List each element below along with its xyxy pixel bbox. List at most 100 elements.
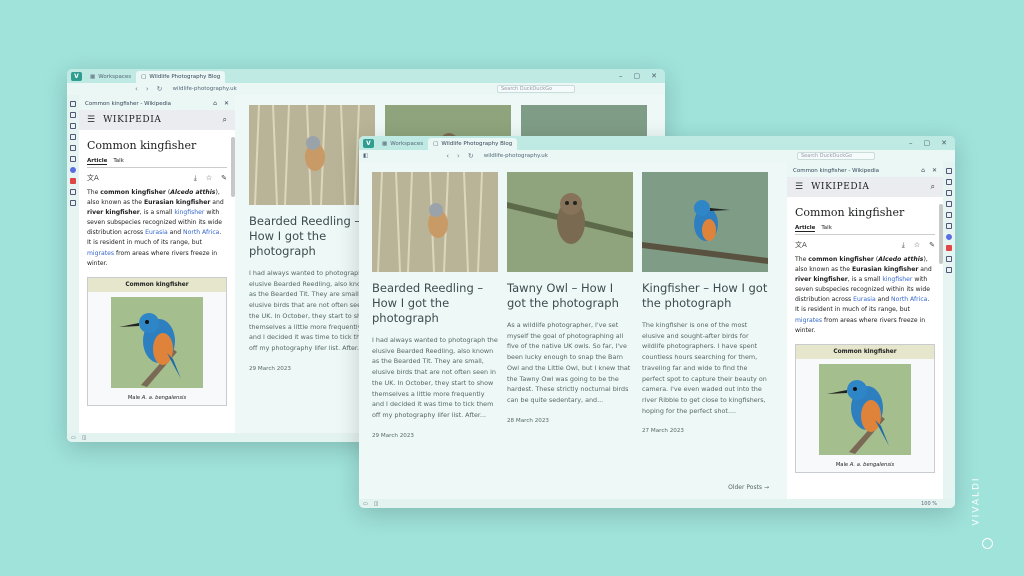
screen-icon[interactable]: ◫ — [374, 501, 379, 507]
bookmarks-icon[interactable] — [946, 168, 952, 174]
vivaldi-social-icon[interactable] — [70, 178, 76, 184]
back-icon[interactable]: ‹ — [135, 85, 138, 93]
mastodon-icon[interactable] — [70, 167, 76, 173]
post-card[interactable]: Bearded Reedling – How I got the photogr… — [249, 105, 375, 372]
add-panel-icon[interactable] — [70, 200, 76, 206]
search-icon[interactable]: ⌕ — [931, 182, 935, 192]
article-intro: The common kingfisher (Alcedo atthis), a… — [87, 189, 224, 267]
post-card[interactable]: Kingfisher – How I got the photograph Th… — [642, 172, 768, 434]
translate-icon[interactable] — [70, 156, 76, 162]
reading-list-icon[interactable] — [946, 212, 952, 218]
post-excerpt: The kingfisher is one of the most elusiv… — [642, 321, 767, 415]
owl-photo[interactable] — [507, 172, 633, 272]
post-card[interactable]: Tawny Owl – How I got the photograph As … — [507, 172, 633, 424]
add-panel-icon[interactable] — [946, 267, 952, 273]
star-icon[interactable]: ☆ — [206, 174, 212, 183]
front-browser-window: V ▦ Workspaces ▢ Wildlife Photography Blog… — [359, 136, 955, 508]
screen-icon[interactable]: ◫ — [82, 435, 87, 441]
panel-sidebar — [67, 95, 79, 442]
post-title[interactable]: Tawny Owl – How I got the photograph — [507, 281, 633, 311]
vivaldi-menu-button[interactable]: V — [71, 71, 82, 81]
vivaldi-social-icon[interactable] — [946, 245, 952, 251]
minimize-icon[interactable]: – — [619, 72, 623, 80]
post-title[interactable]: Kingfisher – How I got the photograph — [642, 281, 768, 311]
menu-icon[interactable]: ☰ — [87, 115, 95, 125]
text: and — [167, 229, 184, 237]
tab-article[interactable]: Article — [795, 225, 816, 232]
reading-list-icon[interactable] — [70, 145, 76, 151]
close-panel-icon[interactable]: ✕ — [932, 167, 937, 174]
minimize-icon[interactable]: – — [909, 139, 913, 147]
post-excerpt: I had always wanted to photograph the el… — [249, 269, 375, 352]
tab-wildlife-blog[interactable]: ▢ Wildlife Photography Blog — [136, 71, 226, 83]
post-title[interactable]: Bearded Reedling – How I got the photogr… — [249, 214, 375, 259]
reedling-photo[interactable] — [372, 172, 498, 272]
kingfisher-post-photo[interactable] — [642, 172, 768, 272]
nav-buttons: ‹ › ↻ — [446, 152, 474, 160]
edit-icon[interactable]: ✎ — [221, 174, 227, 183]
post-card[interactable]: Bearded Reedling – How I got the photogr… — [372, 172, 498, 439]
link-migrates[interactable]: migrates — [87, 250, 114, 257]
translate-icon[interactable] — [946, 223, 952, 229]
link-kingfisher[interactable]: kingfisher — [174, 209, 204, 216]
edit-icon[interactable]: ✎ — [929, 241, 935, 250]
home-icon[interactable]: ⌂ — [921, 167, 925, 174]
language-icon[interactable]: 文A — [795, 240, 807, 250]
vivaldi-menu-button[interactable]: V — [363, 138, 374, 148]
search-field[interactable]: Search DuckDuckGo — [497, 85, 575, 93]
article-tools: 文A ⤓ ☆ ✎ — [87, 173, 227, 183]
history-icon[interactable] — [70, 123, 76, 129]
forward-icon[interactable]: › — [457, 152, 460, 160]
bookmarks-icon[interactable] — [70, 101, 76, 107]
tab-wildlife-blog[interactable]: ▢ Wildlife Photography Blog — [428, 138, 518, 150]
tab-talk[interactable]: Talk — [821, 225, 832, 232]
star-icon[interactable]: ☆ — [914, 241, 920, 250]
panel-title: Common kingfisher - Wikipedia — [793, 167, 879, 174]
link-migrates[interactable]: migrates — [795, 317, 822, 324]
downloads-icon[interactable] — [946, 179, 952, 185]
menu-icon[interactable]: ☰ — [795, 182, 803, 192]
reload-icon[interactable]: ↻ — [157, 85, 163, 93]
tab-talk[interactable]: Talk — [113, 158, 124, 165]
mastodon-icon[interactable] — [946, 234, 952, 240]
workspaces-tab[interactable]: ▦ Workspaces — [85, 71, 136, 83]
link-kingfisher[interactable]: kingfisher — [882, 276, 912, 283]
notes-icon[interactable] — [70, 134, 76, 140]
url-field[interactable]: wildlife-photography.uk — [484, 153, 548, 159]
post-title[interactable]: Bearded Reedling – How I got the photogr… — [372, 281, 498, 326]
post-date: 29 March 2023 — [249, 365, 291, 372]
link-eurasia[interactable]: Eurasia — [853, 296, 876, 303]
close-panel-icon[interactable]: ✕ — [224, 100, 229, 107]
forward-icon[interactable]: › — [146, 85, 149, 93]
back-icon[interactable]: ‹ — [446, 152, 449, 160]
search-icon[interactable]: ⌕ — [223, 115, 227, 125]
reedling-photo[interactable] — [249, 105, 375, 205]
workspaces-tab[interactable]: ▦ Workspaces — [377, 138, 428, 150]
article-title: Common kingfisher — [795, 206, 905, 219]
panel-toggle-icon[interactable]: ▭ — [363, 501, 368, 507]
maximize-icon[interactable]: ▢ — [924, 139, 931, 147]
search-field[interactable]: Search DuckDuckGo — [797, 152, 875, 160]
wikipedia-panel-icon[interactable] — [70, 189, 76, 195]
older-posts-link[interactable]: Older Posts → — [728, 484, 769, 491]
zoom-level[interactable]: 100 % — [921, 501, 937, 507]
downloads-icon[interactable] — [70, 112, 76, 118]
link-eurasia[interactable]: Eurasia — [145, 229, 168, 236]
language-icon[interactable]: 文A — [87, 173, 99, 183]
tab-article[interactable]: Article — [87, 158, 108, 165]
wikipedia-panel-icon[interactable] — [946, 256, 952, 262]
panel-toggle-icon[interactable]: ◧ — [363, 153, 368, 159]
link-north-africa[interactable]: North Africa — [183, 229, 219, 236]
url-field[interactable]: wildlife-photography.uk — [173, 86, 237, 92]
download-icon[interactable]: ⤓ — [902, 241, 905, 250]
home-icon[interactable]: ⌂ — [213, 100, 217, 107]
close-icon[interactable]: ✕ — [651, 72, 657, 80]
reload-icon[interactable]: ↻ — [468, 152, 474, 160]
notes-icon[interactable] — [946, 201, 952, 207]
link-north-africa[interactable]: North Africa — [891, 296, 927, 303]
history-icon[interactable] — [946, 190, 952, 196]
panel-toggle-icon[interactable]: ▭ — [71, 435, 76, 441]
maximize-icon[interactable]: ▢ — [634, 72, 641, 80]
download-icon[interactable]: ⤓ — [194, 174, 197, 183]
close-icon[interactable]: ✕ — [941, 139, 947, 147]
